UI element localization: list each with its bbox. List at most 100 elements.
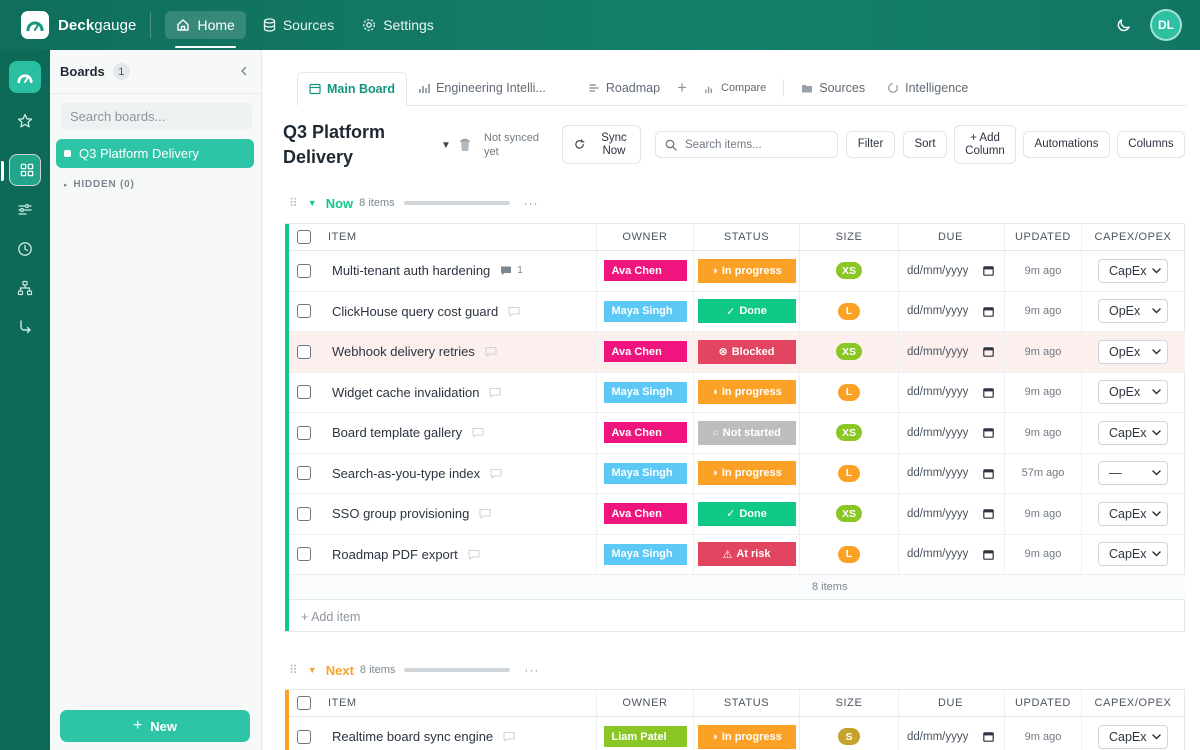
automations-button[interactable]: Automations <box>1023 131 1110 158</box>
tab-intelligence[interactable]: Intelligence <box>876 71 979 105</box>
moon-icon[interactable] <box>1116 17 1132 33</box>
row-checkbox[interactable] <box>296 425 311 440</box>
due-date-input[interactable]: dd/mm/yyyy <box>899 494 1005 534</box>
size-badge[interactable]: XS <box>835 424 862 442</box>
status-pill[interactable]: ⊗ Blocked <box>697 339 796 364</box>
comment-button[interactable] <box>489 387 501 398</box>
column-header-updated[interactable]: UPDATED <box>1005 690 1082 716</box>
column-header-status[interactable]: STATUS <box>694 690 800 716</box>
add-column-button[interactable]: + Add Column <box>954 125 1016 164</box>
calendar-icon[interactable] <box>983 508 994 520</box>
owner-chip[interactable]: Maya Singh <box>603 543 687 565</box>
status-pill[interactable]: ○ Not started <box>697 420 796 445</box>
table-row[interactable]: Roadmap PDF export Maya Singh ⚠ At risk Ldd/… <box>289 534 1185 575</box>
filter-button[interactable]: Filter <box>846 131 895 158</box>
due-date-input[interactable]: dd/mm/yyyy <box>899 717 1005 750</box>
sync-now-button[interactable]: Sync Now <box>562 125 641 164</box>
collapse-sidebar-button[interactable] <box>239 64 249 79</box>
board-menu-caret-icon[interactable]: ▼ <box>441 140 451 151</box>
tab-main-board[interactable]: Main Board <box>297 72 408 106</box>
capex-select[interactable]: CapEx <box>1098 724 1168 749</box>
comment-button[interactable] <box>485 346 497 358</box>
status-pill[interactable]: ⚠ At risk <box>697 542 796 567</box>
row-checkbox[interactable] <box>296 506 311 521</box>
select-all-checkbox[interactable] <box>296 696 311 710</box>
avatar[interactable]: DL <box>1150 9 1182 41</box>
rail-logo[interactable] <box>9 61 41 93</box>
group-header-next[interactable]: ⠿ ▼ Next 8 items ··· <box>289 660 539 680</box>
rail-boards[interactable] <box>1 154 41 186</box>
nav-settings[interactable]: Settings <box>351 11 445 39</box>
nav-sources[interactable]: Sources <box>252 11 345 39</box>
board-search-input[interactable]: Search boards... <box>61 103 252 130</box>
size-badge[interactable]: XS <box>835 262 862 280</box>
tab-sources[interactable]: Sources <box>790 71 876 105</box>
table-row[interactable]: Realtime board sync engine Liam Patel ◑ In … <box>289 717 1185 750</box>
table-row[interactable]: ClickHouse query cost guard Maya Singh ✓ Do… <box>289 291 1185 332</box>
board-title[interactable]: Q3 Platform Delivery <box>283 120 423 170</box>
calendar-icon[interactable] <box>983 468 994 479</box>
drag-handle-icon[interactable]: ⠿ <box>289 663 298 677</box>
comment-button[interactable]: 1 <box>500 265 523 276</box>
calendar-icon[interactable] <box>983 265 994 277</box>
due-date-input[interactable]: dd/mm/yyyy <box>899 251 1005 291</box>
size-badge[interactable]: S <box>838 728 860 746</box>
calendar-icon[interactable] <box>983 549 994 560</box>
item-search-input[interactable]: Search items... <box>655 131 838 158</box>
column-header-due[interactable]: DUE <box>899 690 1005 716</box>
item-name[interactable]: Realtime board sync engine <box>332 729 493 744</box>
add-item-button[interactable]: + Add item <box>289 600 1185 633</box>
tab-roadmap[interactable]: Roadmap <box>577 71 671 105</box>
row-checkbox[interactable] <box>296 385 311 400</box>
owner-chip[interactable]: Ava Chen <box>603 341 687 363</box>
owner-chip[interactable]: Maya Singh <box>603 381 687 403</box>
comment-button[interactable] <box>503 731 515 743</box>
owner-chip[interactable]: Maya Singh <box>603 462 687 484</box>
item-name[interactable]: Board template gallery <box>332 425 462 440</box>
column-header-due[interactable]: DUE <box>899 224 1005 250</box>
size-badge[interactable]: XS <box>835 505 862 523</box>
due-date-input[interactable]: dd/mm/yyyy <box>899 453 1005 493</box>
status-pill[interactable]: ◑ In progress <box>697 258 796 283</box>
comment-button[interactable] <box>479 508 491 520</box>
row-checkbox[interactable] <box>296 729 311 744</box>
select-all-checkbox[interactable] <box>296 230 311 244</box>
status-pill[interactable]: ◑ In progress <box>697 461 796 486</box>
due-date-input[interactable]: dd/mm/yyyy <box>899 413 1005 453</box>
table-row[interactable]: Webhook delivery retries Ava Chen ⊗ Blocked… <box>289 332 1185 373</box>
capex-select[interactable]: OpEx <box>1098 299 1168 324</box>
calendar-icon[interactable] <box>983 731 994 743</box>
capex-select[interactable]: CapEx <box>1098 258 1168 283</box>
owner-chip[interactable]: Ava Chen <box>603 260 687 282</box>
row-checkbox[interactable] <box>296 304 311 319</box>
collapse-triangle-icon[interactable]: ▼ <box>308 198 317 208</box>
status-pill[interactable]: ✓ Done <box>697 501 796 526</box>
sort-button[interactable]: Sort <box>903 131 947 158</box>
column-header-capex-opex[interactable]: CAPEX/OPEX <box>1082 224 1184 250</box>
nav-home[interactable]: Home <box>165 11 246 48</box>
new-board-button[interactable]: + New <box>60 710 250 742</box>
table-row[interactable]: Board template gallery Ava Chen ○ Not start… <box>289 413 1185 454</box>
status-pill[interactable]: ◑ In progress <box>697 724 796 749</box>
column-header-item[interactable]: ITEM <box>318 224 597 250</box>
tab-engineering-intelligence[interactable]: Engineering Intelli... <box>407 71 557 105</box>
column-header-capex-opex[interactable]: CAPEX/OPEX <box>1082 690 1184 716</box>
capex-select[interactable]: — <box>1098 461 1168 486</box>
owner-chip[interactable]: Ava Chen <box>603 503 687 525</box>
sidebar-item-q3-platform-delivery[interactable]: Q3 Platform Delivery <box>56 139 254 168</box>
owner-chip[interactable]: Ava Chen <box>603 422 687 444</box>
more-icon[interactable]: ··· <box>524 663 539 677</box>
calendar-icon[interactable] <box>983 306 994 317</box>
column-header-size[interactable]: SIZE <box>800 690 899 716</box>
due-date-input[interactable]: dd/mm/yyyy <box>899 534 1005 574</box>
item-name[interactable]: Multi-tenant auth hardening <box>332 263 490 278</box>
add-view-button[interactable]: + <box>671 71 693 105</box>
capex-select[interactable]: CapEx <box>1098 420 1168 445</box>
status-pill[interactable]: ✓ Done <box>697 299 796 324</box>
table-row[interactable]: Search-as-you-type index Maya Singh ◑ In pr… <box>289 453 1185 494</box>
size-badge[interactable]: L <box>838 383 860 401</box>
item-name[interactable]: Widget cache invalidation <box>332 385 479 400</box>
rail-history[interactable] <box>9 233 41 265</box>
due-date-input[interactable]: dd/mm/yyyy <box>899 332 1005 372</box>
item-name[interactable]: SSO group provisioning <box>332 506 469 521</box>
